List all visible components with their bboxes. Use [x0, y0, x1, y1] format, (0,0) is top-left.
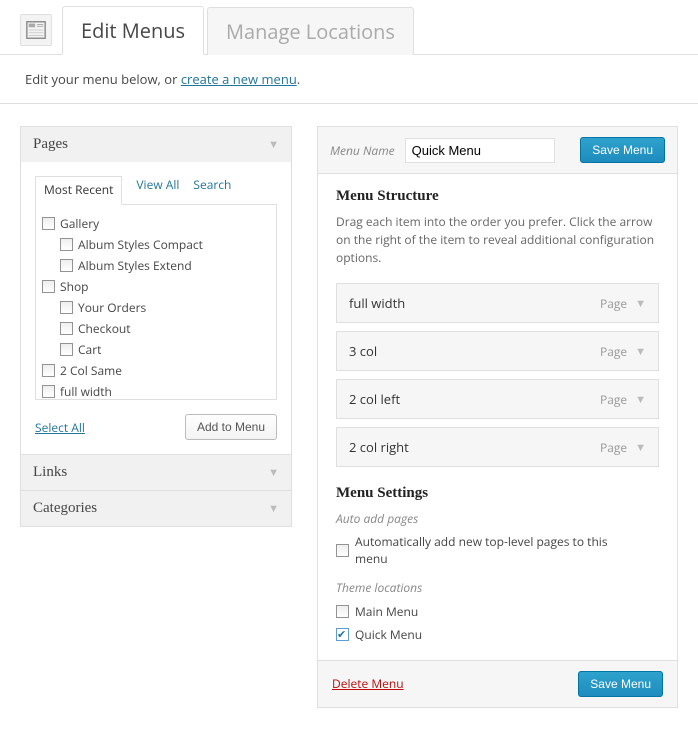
checkbox-icon[interactable]	[42, 280, 55, 293]
save-menu-button-bottom[interactable]: Save Menu	[578, 671, 663, 697]
menu-item[interactable]: full width Page ▼	[336, 283, 659, 323]
menu-item-label: full width	[349, 294, 405, 312]
menu-item-type: Page	[600, 343, 627, 360]
menu-item[interactable]: 2 col right Page ▼	[336, 427, 659, 467]
checkbox-icon[interactable]	[336, 544, 349, 557]
checkbox-icon[interactable]	[60, 259, 73, 272]
menu-item[interactable]: 2 col left Page ▼	[336, 379, 659, 419]
checkbox-icon[interactable]	[60, 343, 73, 356]
auto-add-label: Auto add pages	[336, 510, 659, 527]
accordion-pages-header[interactable]: Pages ▼	[21, 127, 291, 162]
tab-edit-menus[interactable]: Edit Menus	[62, 6, 204, 55]
create-new-menu-link[interactable]: create a new menu	[181, 70, 297, 88]
list-item[interactable]: Album Styles Compact	[42, 234, 270, 255]
checkbox-icon[interactable]	[42, 364, 55, 377]
list-item[interactable]: full width	[42, 381, 270, 399]
list-item[interactable]: Shop	[42, 276, 270, 297]
checkbox-icon[interactable]	[42, 217, 55, 230]
accordion-links: Links ▼	[20, 454, 292, 491]
select-all-link[interactable]: Select All	[35, 419, 85, 436]
accordion-links-title: Links	[33, 464, 67, 481]
intro-text: Edit your menu below, or create a new me…	[0, 55, 698, 104]
subtab-view-all[interactable]: View All	[136, 176, 179, 204]
chevron-down-icon: ▼	[268, 139, 279, 151]
menu-header-icon	[20, 14, 52, 46]
accordion-categories: Categories ▼	[20, 490, 292, 527]
checkbox-icon[interactable]	[336, 605, 349, 618]
accordion-pages: Pages ▼ Most Recent View All Search Gall…	[20, 126, 292, 455]
accordion-categories-header[interactable]: Categories ▼	[21, 491, 291, 526]
list-item[interactable]: Gallery	[42, 213, 270, 234]
checkbox-icon[interactable]	[60, 238, 73, 251]
menu-item-label: 2 col left	[349, 390, 400, 408]
accordion-links-header[interactable]: Links ▼	[21, 455, 291, 490]
menu-item-type: Page	[600, 295, 627, 312]
intro-suffix: .	[297, 70, 300, 88]
chevron-down-icon: ▼	[268, 503, 279, 515]
list-item[interactable]: Your Orders	[42, 297, 270, 318]
list-item[interactable]: Checkout	[42, 318, 270, 339]
theme-locations-label: Theme locations	[336, 579, 659, 596]
checkbox-icon[interactable]	[60, 322, 73, 335]
menu-structure-heading: Menu Structure	[336, 188, 659, 205]
chevron-down-icon[interactable]: ▼	[635, 344, 646, 359]
subtab-most-recent[interactable]: Most Recent	[35, 176, 122, 205]
menu-name-input[interactable]	[405, 138, 555, 163]
list-item[interactable]: 2 Col Same	[42, 360, 270, 381]
delete-menu-link[interactable]: Delete Menu	[332, 675, 404, 692]
add-to-menu-button[interactable]: Add to Menu	[185, 414, 277, 440]
menu-item-type: Page	[600, 391, 627, 408]
chevron-down-icon[interactable]: ▼	[635, 440, 646, 455]
save-menu-button-top[interactable]: Save Menu	[580, 137, 665, 163]
chevron-down-icon[interactable]: ▼	[635, 392, 646, 407]
theme-location-quick[interactable]: Quick Menu	[336, 623, 659, 646]
list-item[interactable]: Album Styles Extend	[42, 255, 270, 276]
intro-prefix: Edit your menu below, or	[25, 70, 181, 88]
menu-settings-heading: Menu Settings	[336, 485, 659, 502]
page-list[interactable]: Gallery Album Styles Compact Album Style…	[36, 205, 276, 399]
subtab-search[interactable]: Search	[193, 176, 231, 204]
menu-structure-desc: Drag each item into the order you prefer…	[336, 213, 659, 267]
tab-manage-locations[interactable]: Manage Locations	[207, 7, 414, 55]
checkbox-icon[interactable]	[60, 301, 73, 314]
list-item[interactable]: Cart	[42, 339, 270, 360]
menu-item[interactable]: 3 col Page ▼	[336, 331, 659, 371]
accordion-pages-title: Pages	[33, 136, 68, 153]
menu-item-type: Page	[600, 439, 627, 456]
theme-location-main[interactable]: Main Menu	[336, 600, 659, 623]
auto-add-checkbox-row[interactable]: Automatically add new top-level pages to…	[336, 531, 659, 571]
chevron-down-icon[interactable]: ▼	[635, 296, 646, 311]
checkbox-icon[interactable]	[42, 385, 55, 398]
menu-item-label: 3 col	[349, 342, 377, 360]
checkbox-icon[interactable]	[336, 628, 349, 641]
menu-item-label: 2 col right	[349, 438, 409, 456]
menu-name-label: Menu Name	[330, 142, 395, 159]
chevron-down-icon: ▼	[268, 467, 279, 479]
accordion-categories-title: Categories	[33, 500, 97, 517]
tabs-row: Edit Menus Manage Locations	[0, 0, 698, 55]
